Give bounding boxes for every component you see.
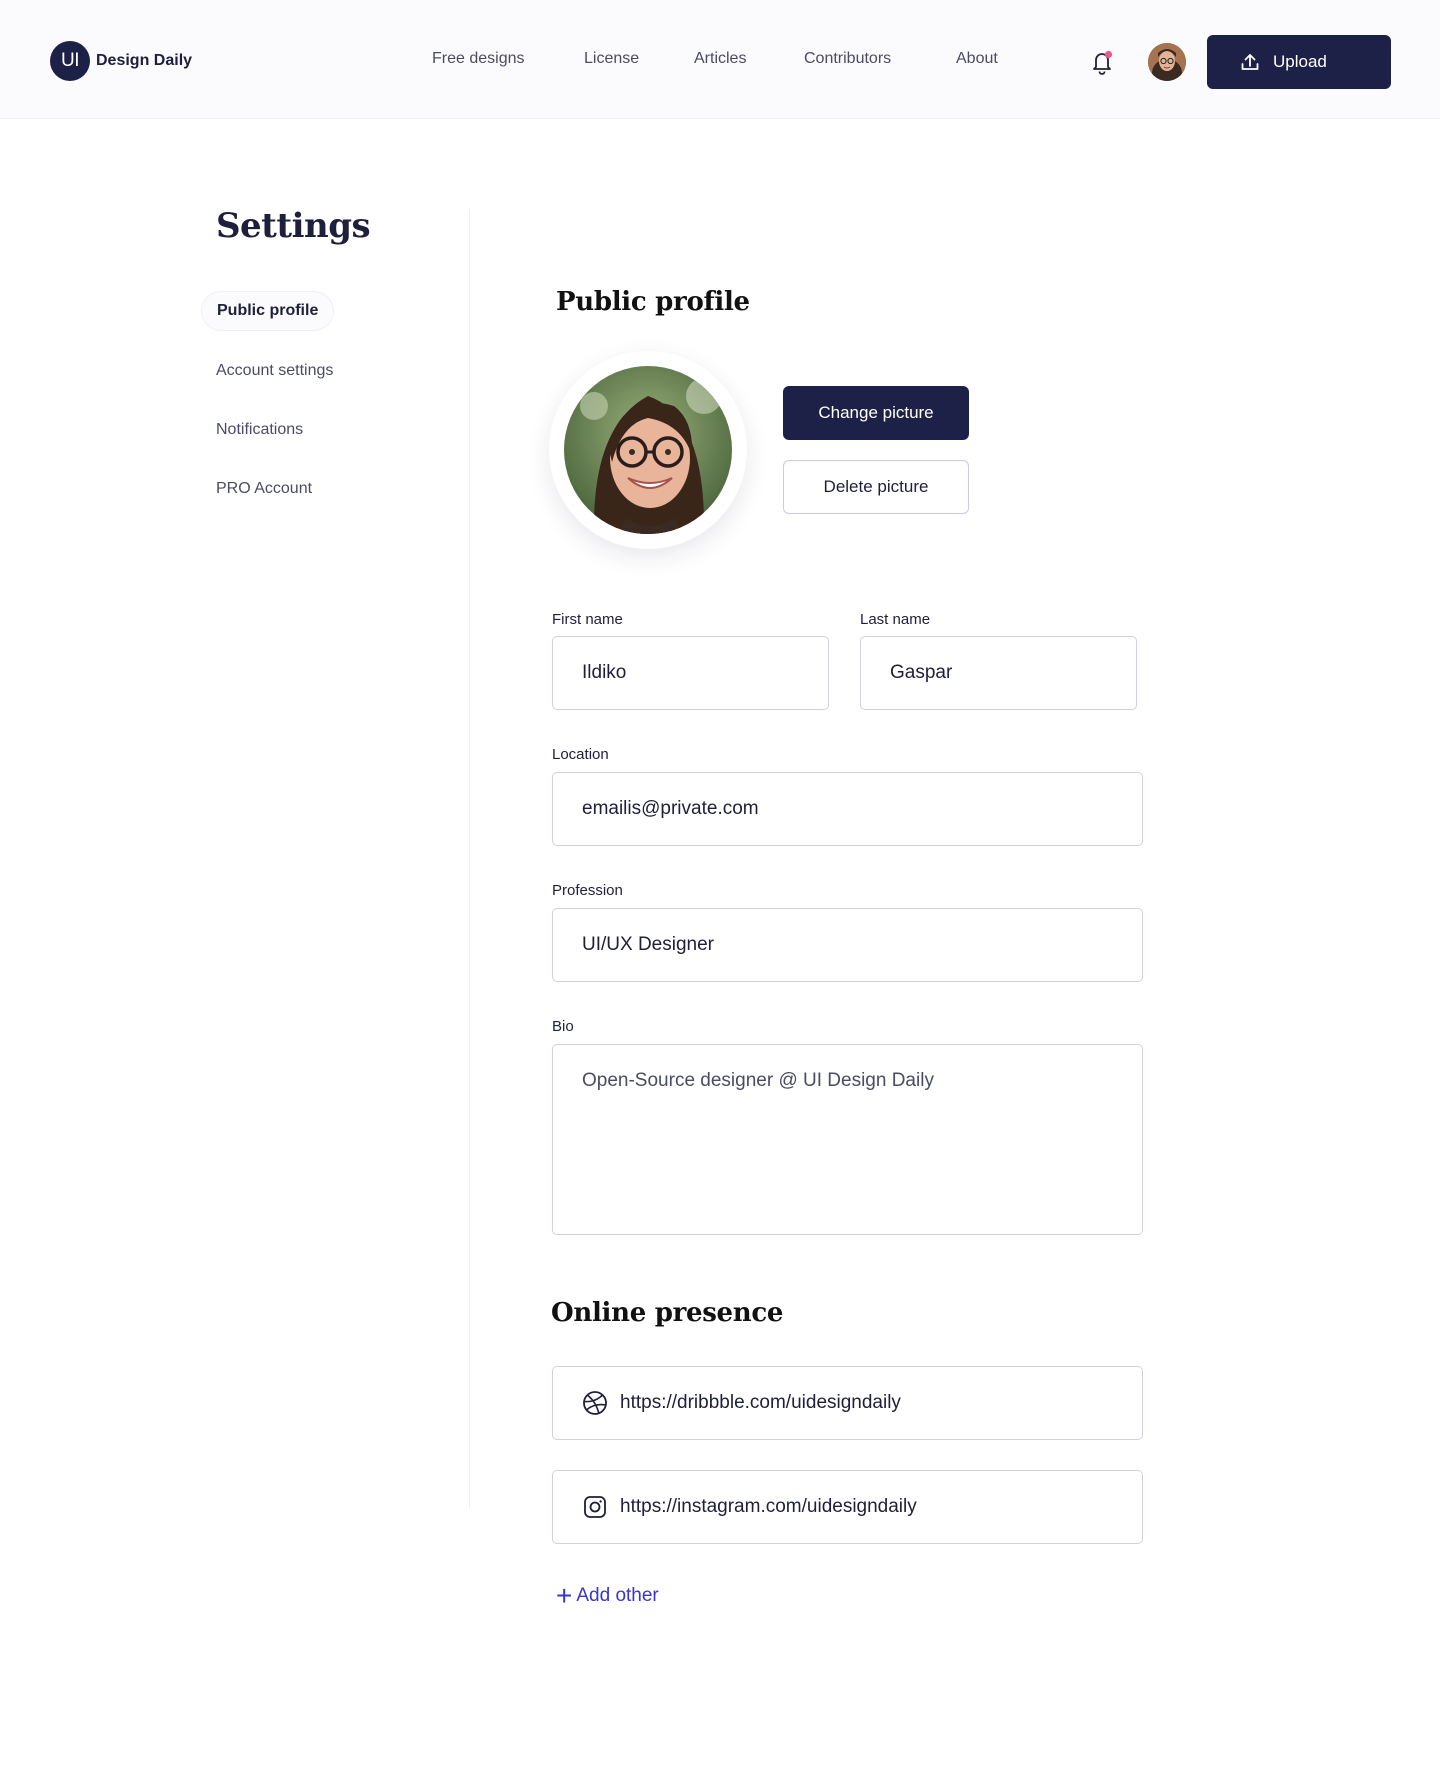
instagram-icon bbox=[582, 1494, 608, 1520]
profile-picture bbox=[564, 366, 732, 534]
sidebar-divider bbox=[469, 209, 470, 1509]
instagram-link-value: https://instagram.com/uidesigndaily bbox=[620, 1496, 917, 1517]
bio-label: Bio bbox=[552, 1018, 574, 1035]
bio-value: Open-Source designer @ UI Design Daily bbox=[582, 1070, 934, 1091]
plus-icon: + bbox=[556, 1580, 573, 1611]
user-avatar[interactable] bbox=[1148, 43, 1186, 81]
sidebar-item-notifications[interactable]: Notifications bbox=[216, 421, 303, 439]
nav-free-designs[interactable]: Free designs bbox=[432, 50, 525, 68]
profession-value: UI/UX Designer bbox=[582, 934, 714, 955]
nav-license[interactable]: License bbox=[584, 50, 639, 68]
dribbble-icon bbox=[582, 1390, 608, 1416]
location-label: Location bbox=[552, 746, 609, 763]
sidebar-item-public-profile[interactable]: Public profile bbox=[201, 291, 335, 331]
sidebar-item-pro-account[interactable]: PRO Account bbox=[216, 480, 312, 498]
dribbble-link-field[interactable]: https://dribbble.com/uidesigndaily bbox=[552, 1366, 1143, 1440]
bio-textarea[interactable]: Open-Source designer @ UI Design Daily bbox=[552, 1044, 1143, 1235]
delete-picture-button[interactable]: Delete picture bbox=[783, 460, 969, 514]
dribbble-link-value: https://dribbble.com/uidesigndaily bbox=[620, 1392, 901, 1413]
location-field[interactable]: emailis@private.com bbox=[552, 772, 1143, 846]
first-name-value: Ildiko bbox=[582, 662, 627, 683]
change-picture-button[interactable]: Change picture bbox=[783, 386, 969, 440]
profession-label: Profession bbox=[552, 882, 623, 899]
nav-contributors[interactable]: Contributors bbox=[804, 50, 891, 68]
sidebar-item-account-settings[interactable]: Account settings bbox=[216, 362, 333, 380]
last-name-field[interactable]: Gaspar bbox=[860, 636, 1137, 710]
nav-articles[interactable]: Articles bbox=[694, 50, 746, 68]
last-name-label: Last name bbox=[860, 611, 931, 628]
upload-button[interactable]: Upload bbox=[1207, 35, 1391, 89]
page-title: Settings bbox=[216, 206, 371, 246]
add-other-label: Add other bbox=[576, 1585, 659, 1606]
upload-icon bbox=[1241, 54, 1259, 70]
profile-picture-frame bbox=[549, 351, 747, 549]
public-profile-heading: Public profile bbox=[556, 287, 750, 317]
top-navbar: UI Design Daily Free designs License Art… bbox=[0, 0, 1440, 119]
add-other-link[interactable]: + Add other bbox=[556, 1582, 659, 1610]
profession-field[interactable]: UI/UX Designer bbox=[552, 908, 1143, 982]
last-name-value: Gaspar bbox=[890, 662, 953, 683]
upload-label: Upload bbox=[1273, 52, 1327, 71]
online-presence-heading: Online presence bbox=[551, 1298, 784, 1328]
nav-about[interactable]: About bbox=[956, 50, 998, 68]
bell-icon[interactable] bbox=[1087, 47, 1117, 77]
first-name-field[interactable]: Ildiko bbox=[552, 636, 829, 710]
instagram-link-field[interactable]: https://instagram.com/uidesigndaily bbox=[552, 1470, 1143, 1544]
location-value: emailis@private.com bbox=[582, 798, 759, 819]
first-name-label: First name bbox=[552, 611, 623, 628]
